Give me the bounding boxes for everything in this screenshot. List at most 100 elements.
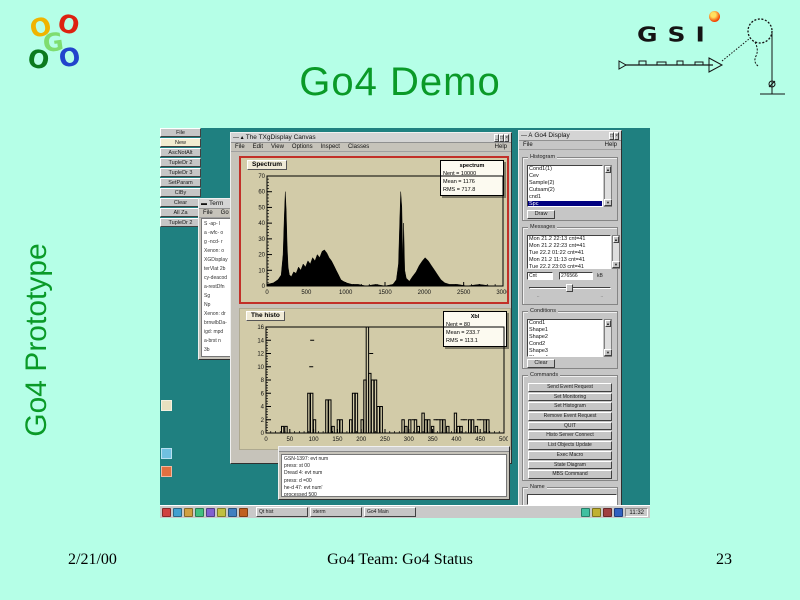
object-list-item[interactable]: Cutsam(2) <box>528 187 602 194</box>
condition-list-item[interactable]: Shape1 <box>528 327 602 334</box>
messages-listbox[interactable]: Mon 21.2 22:13 cnt=41Mon 21.2 22:23 cnt=… <box>527 235 611 269</box>
tray-icon[interactable] <box>603 508 612 517</box>
taskbar-app-icon[interactable] <box>195 508 204 517</box>
launcher-button[interactable]: SetParam <box>160 178 201 187</box>
window-control-icon[interactable]: × <box>614 132 619 140</box>
launcher-button[interactable]: TupleDr 2 <box>160 158 201 167</box>
object-list-item[interactable]: Sample(2) <box>528 180 602 187</box>
name-input[interactable] <box>527 494 617 505</box>
condition-list-item[interactable]: Cond2 <box>528 341 602 348</box>
scroll-up-icon[interactable]: ▲ <box>613 236 619 243</box>
histo-pad[interactable]: The histo XblNent = 80Mean = 233.7RMS = … <box>239 308 511 450</box>
command-button[interactable]: MBS Command <box>528 470 612 479</box>
message-list-item[interactable]: Mon 21.2 11:13 cnt=41 <box>528 257 610 264</box>
go4-control-panel[interactable]: — A Go4 Display □× File Help Histogram C… <box>518 130 622 508</box>
object-list-item[interactable]: Spc <box>528 201 602 207</box>
condition-list-item[interactable]: Shape2 <box>528 334 602 341</box>
launcher-button[interactable]: TupleDr 3 <box>160 168 201 177</box>
command-button[interactable]: State Diagram <box>528 461 612 470</box>
clear-button[interactable]: Clear <box>527 359 555 368</box>
messages-scrollbar[interactable]: ▲ ▼ <box>612 235 620 269</box>
taskbar-app-icon[interactable] <box>217 508 226 517</box>
window-menu-icon[interactable]: — A <box>521 133 532 139</box>
panel-titlebar[interactable]: — A Go4 Display □× <box>519 131 621 141</box>
spectrum-pad-title[interactable]: Spectrum <box>247 160 287 170</box>
object-list-item[interactable]: cnd1 <box>528 194 602 201</box>
command-button[interactable]: Histo Server Connect <box>528 431 612 440</box>
draw-button[interactable]: Draw <box>527 210 555 219</box>
desktop-icon[interactable] <box>161 400 172 411</box>
taskbar-app-icon[interactable] <box>173 508 182 517</box>
message-list-item[interactable]: Mon 21.2 22:13 cnt=41 <box>528 236 610 243</box>
spectrum-pad[interactable]: Spectrum spectrumNent = 10000Mean = 1176… <box>239 156 509 304</box>
histo-plot[interactable]: 0501001502002503003504004505000246810121… <box>240 322 508 449</box>
refresh-slider[interactable]: .. .. <box>529 284 611 296</box>
taskbar[interactable]: Qt histxtermGo4 Main 11:32 <box>160 505 650 518</box>
taskbar-app-icon[interactable] <box>228 508 237 517</box>
scroll-down-icon[interactable]: ▼ <box>604 199 612 206</box>
taskbar-app-icon[interactable] <box>162 508 171 517</box>
conditions-listbox[interactable]: Cond1Shape1Shape2Cond2Shape3Shape4 <box>527 319 603 357</box>
window-menu-icon[interactable]: — ▴ <box>233 134 244 141</box>
panel-menu-file[interactable]: File <box>523 142 533 148</box>
scroll-up-icon[interactable]: ▲ <box>605 166 611 173</box>
scroll-down-icon[interactable]: ▼ <box>612 261 620 268</box>
console-window[interactable]: GSN-1397: evt numpress: st 00Dread 4: ev… <box>278 446 510 500</box>
desktop-icon[interactable] <box>161 448 172 459</box>
window-control-icon[interactable]: × <box>504 134 509 142</box>
objects-listbox[interactable]: Cond1(1)CevSample(2)Cutsam(2)cnd1Spc <box>527 165 603 207</box>
count-field[interactable]: Cnt <box>527 272 553 280</box>
tray-icon[interactable] <box>581 508 590 517</box>
command-button[interactable]: QUIT <box>528 422 612 431</box>
launcher-button[interactable]: Clear <box>160 198 201 207</box>
taskbar-task-button[interactable]: xterm <box>310 507 362 517</box>
taskbar-task-button[interactable]: Go4 Main <box>364 507 416 517</box>
command-button[interactable]: Remove Event Request <box>528 412 612 421</box>
launcher-button[interactable]: TupleDr 2 <box>160 218 201 227</box>
command-button[interactable]: Set Monitoring <box>528 393 612 402</box>
canvas-window[interactable]: — ▴ The TXgDisplay Canvas _□× FileEditVi… <box>230 132 512 464</box>
command-button[interactable]: Exec Macro <box>528 451 612 460</box>
slider-handle[interactable] <box>566 284 573 292</box>
launcher-button[interactable]: File <box>160 128 201 137</box>
message-list-item[interactable]: Tue 22.2 01:22 cnt=41 <box>528 250 610 257</box>
command-button[interactable]: List Objects Update <box>528 441 612 450</box>
terminal-menu-item[interactable]: Go <box>221 210 229 216</box>
condition-list-item[interactable]: Shape3 <box>528 348 602 355</box>
canvas-menu-item[interactable]: Edit <box>253 144 263 150</box>
launcher-button[interactable]: New <box>160 138 201 147</box>
desktop-icon[interactable] <box>161 466 172 477</box>
launcher-button[interactable]: AscNotAlt <box>160 148 201 157</box>
objects-scrollbar[interactable]: ▲ ▼ <box>604 165 612 207</box>
launcher-button[interactable]: All Za <box>160 208 201 217</box>
taskbar-app-icon[interactable] <box>239 508 248 517</box>
canvas-menu-item[interactable]: File <box>235 144 245 150</box>
object-list-item[interactable]: Cond1(1) <box>528 166 602 173</box>
condition-list-item[interactable]: Cond1 <box>528 320 602 327</box>
scroll-up-icon[interactable]: ▲ <box>605 320 611 327</box>
scroll-down-icon[interactable]: ▼ <box>604 349 612 356</box>
spectrum-plot[interactable]: 050010001500200025003000010203040506070 <box>241 171 507 302</box>
taskbar-app-icon[interactable] <box>206 508 215 517</box>
command-button[interactable]: Set Histogram <box>528 402 612 411</box>
condition-list-item[interactable]: Shape4 <box>528 355 602 357</box>
canvas-menu-item[interactable]: Options <box>292 144 313 150</box>
histo-pad-title[interactable]: The histo <box>246 311 285 321</box>
canvas-menu-help[interactable]: Help <box>495 144 507 150</box>
canvas-titlebar[interactable]: — ▴ The TXgDisplay Canvas _□× <box>231 133 511 143</box>
command-button[interactable]: Send Event Request <box>528 383 612 392</box>
console-titlebar[interactable] <box>279 447 509 452</box>
panel-menu-help[interactable]: Help <box>605 142 617 148</box>
taskbar-app-icon[interactable] <box>184 508 193 517</box>
conditions-scrollbar[interactable]: ▲ ▼ <box>604 319 612 357</box>
tray-icon[interactable] <box>592 508 601 517</box>
message-list-item[interactable]: Mon 21.2 22:23 cnt=41 <box>528 243 610 250</box>
size-field[interactable]: 276566 <box>559 272 593 280</box>
object-list-item[interactable]: Cev <box>528 173 602 180</box>
canvas-menu-item[interactable]: Classes <box>348 144 369 150</box>
message-list-item[interactable]: Tue 22.2 23:03 cnt=41 <box>528 264 610 269</box>
tray-icon[interactable] <box>614 508 623 517</box>
terminal-menu-item[interactable]: File <box>203 210 213 216</box>
taskbar-task-button[interactable]: Qt hist <box>256 507 308 517</box>
console-body[interactable]: GSN-1397: evt numpress: st 00Dread 4: ev… <box>281 454 507 497</box>
